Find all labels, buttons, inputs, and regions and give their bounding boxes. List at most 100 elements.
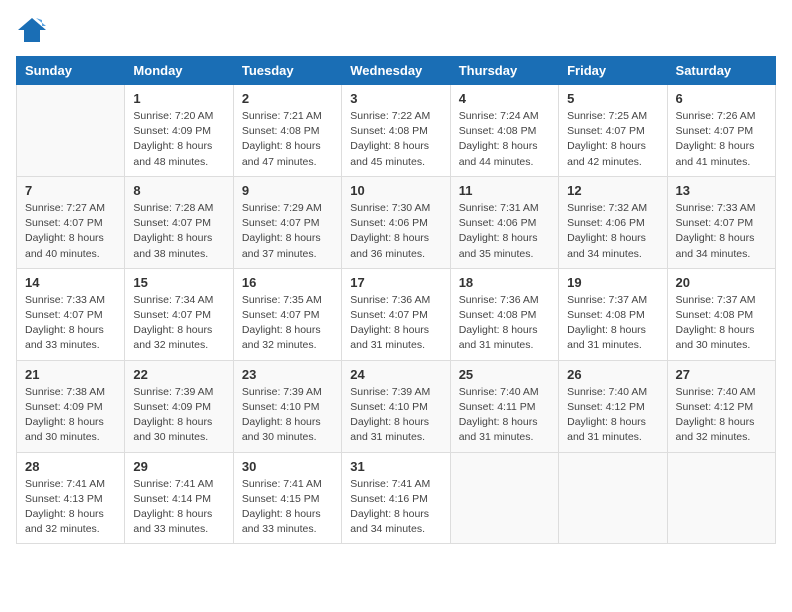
day-number: 2	[242, 91, 333, 106]
column-header-friday: Friday	[559, 57, 667, 85]
day-info: Sunrise: 7:37 AMSunset: 4:08 PMDaylight:…	[567, 293, 658, 354]
page-header	[16, 16, 776, 44]
day-cell: 17 Sunrise: 7:36 AMSunset: 4:07 PMDayligh…	[342, 268, 450, 360]
logo-icon	[16, 16, 48, 44]
day-cell: 14 Sunrise: 7:33 AMSunset: 4:07 PMDayligh…	[17, 268, 125, 360]
day-cell: 18 Sunrise: 7:36 AMSunset: 4:08 PMDayligh…	[450, 268, 558, 360]
day-info: Sunrise: 7:36 AMSunset: 4:08 PMDaylight:…	[459, 293, 550, 354]
day-info: Sunrise: 7:39 AMSunset: 4:10 PMDaylight:…	[350, 385, 441, 446]
day-cell	[667, 452, 775, 544]
day-cell: 6 Sunrise: 7:26 AMSunset: 4:07 PMDaylight…	[667, 85, 775, 177]
day-cell: 27Sunrise: 7:40 AMSunset: 4:12 PMDayligh…	[667, 360, 775, 452]
week-row-4: 21 Sunrise: 7:38 AMSunset: 4:09 PMDayligh…	[17, 360, 776, 452]
day-cell: 25 Sunrise: 7:40 AMSunset: 4:11 PMDayligh…	[450, 360, 558, 452]
day-info: Sunrise: 7:39 AMSunset: 4:10 PMDaylight:…	[242, 385, 333, 446]
day-cell: 11Sunrise: 7:31 AMSunset: 4:06 PMDayligh…	[450, 176, 558, 268]
day-number: 31	[350, 459, 441, 474]
day-number: 10	[350, 183, 441, 198]
header-row: SundayMondayTuesdayWednesdayThursdayFrid…	[17, 57, 776, 85]
day-number: 18	[459, 275, 550, 290]
day-number: 23	[242, 367, 333, 382]
day-info: Sunrise: 7:25 AMSunset: 4:07 PMDaylight:…	[567, 109, 658, 170]
day-cell: 2 Sunrise: 7:21 AMSunset: 4:08 PMDaylight…	[233, 85, 341, 177]
day-info: Sunrise: 7:41 AMSunset: 4:16 PMDaylight:…	[350, 477, 441, 538]
day-info: Sunrise: 7:36 AMSunset: 4:07 PMDaylight:…	[350, 293, 441, 354]
day-info: Sunrise: 7:22 AMSunset: 4:08 PMDaylight:…	[350, 109, 441, 170]
day-number: 26	[567, 367, 658, 382]
day-cell: 24 Sunrise: 7:39 AMSunset: 4:10 PMDayligh…	[342, 360, 450, 452]
column-header-saturday: Saturday	[667, 57, 775, 85]
day-info: Sunrise: 7:37 AMSunset: 4:08 PMDaylight:…	[676, 293, 767, 354]
day-cell	[559, 452, 667, 544]
day-info: Sunrise: 7:35 AMSunset: 4:07 PMDaylight:…	[242, 293, 333, 354]
day-info: Sunrise: 7:33 AMSunset: 4:07 PMDaylight:…	[676, 201, 767, 262]
day-cell: 21 Sunrise: 7:38 AMSunset: 4:09 PMDayligh…	[17, 360, 125, 452]
day-info: Sunrise: 7:26 AMSunset: 4:07 PMDaylight:…	[676, 109, 767, 170]
day-cell: 29 Sunrise: 7:41 AMSunset: 4:14 PMDayligh…	[125, 452, 233, 544]
day-cell: 16 Sunrise: 7:35 AMSunset: 4:07 PMDayligh…	[233, 268, 341, 360]
week-row-3: 14 Sunrise: 7:33 AMSunset: 4:07 PMDayligh…	[17, 268, 776, 360]
day-cell: 9 Sunrise: 7:29 AMSunset: 4:07 PMDaylight…	[233, 176, 341, 268]
week-row-5: 28 Sunrise: 7:41 AMSunset: 4:13 PMDayligh…	[17, 452, 776, 544]
day-number: 4	[459, 91, 550, 106]
day-info: Sunrise: 7:38 AMSunset: 4:09 PMDaylight:…	[25, 385, 116, 446]
day-cell: 20Sunrise: 7:37 AMSunset: 4:08 PMDayligh…	[667, 268, 775, 360]
day-number: 22	[133, 367, 224, 382]
day-number: 28	[25, 459, 116, 474]
day-cell: 13 Sunrise: 7:33 AMSunset: 4:07 PMDayligh…	[667, 176, 775, 268]
day-info: Sunrise: 7:20 AMSunset: 4:09 PMDaylight:…	[133, 109, 224, 170]
day-number: 7	[25, 183, 116, 198]
day-cell: 15 Sunrise: 7:34 AMSunset: 4:07 PMDayligh…	[125, 268, 233, 360]
logo	[16, 16, 52, 44]
day-cell: 3 Sunrise: 7:22 AMSunset: 4:08 PMDaylight…	[342, 85, 450, 177]
day-number: 16	[242, 275, 333, 290]
day-number: 12	[567, 183, 658, 198]
day-info: Sunrise: 7:41 AMSunset: 4:13 PMDaylight:…	[25, 477, 116, 538]
day-number: 30	[242, 459, 333, 474]
day-number: 24	[350, 367, 441, 382]
day-cell: 22Sunrise: 7:39 AMSunset: 4:09 PMDayligh…	[125, 360, 233, 452]
day-cell: 19Sunrise: 7:37 AMSunset: 4:08 PMDayligh…	[559, 268, 667, 360]
day-number: 1	[133, 91, 224, 106]
day-info: Sunrise: 7:28 AMSunset: 4:07 PMDaylight:…	[133, 201, 224, 262]
day-number: 9	[242, 183, 333, 198]
day-info: Sunrise: 7:34 AMSunset: 4:07 PMDaylight:…	[133, 293, 224, 354]
day-info: Sunrise: 7:41 AMSunset: 4:14 PMDaylight:…	[133, 477, 224, 538]
day-number: 14	[25, 275, 116, 290]
day-cell: 8 Sunrise: 7:28 AMSunset: 4:07 PMDaylight…	[125, 176, 233, 268]
day-number: 21	[25, 367, 116, 382]
day-cell: 4Sunrise: 7:24 AMSunset: 4:08 PMDaylight…	[450, 85, 558, 177]
day-number: 15	[133, 275, 224, 290]
day-cell: 1 Sunrise: 7:20 AMSunset: 4:09 PMDaylight…	[125, 85, 233, 177]
day-info: Sunrise: 7:40 AMSunset: 4:11 PMDaylight:…	[459, 385, 550, 446]
day-info: Sunrise: 7:30 AMSunset: 4:06 PMDaylight:…	[350, 201, 441, 262]
day-number: 29	[133, 459, 224, 474]
column-header-thursday: Thursday	[450, 57, 558, 85]
day-cell: 28 Sunrise: 7:41 AMSunset: 4:13 PMDayligh…	[17, 452, 125, 544]
day-number: 8	[133, 183, 224, 198]
day-info: Sunrise: 7:31 AMSunset: 4:06 PMDaylight:…	[459, 201, 550, 262]
column-header-tuesday: Tuesday	[233, 57, 341, 85]
day-cell: 26 Sunrise: 7:40 AMSunset: 4:12 PMDayligh…	[559, 360, 667, 452]
column-header-wednesday: Wednesday	[342, 57, 450, 85]
day-cell: 7 Sunrise: 7:27 AMSunset: 4:07 PMDaylight…	[17, 176, 125, 268]
column-header-monday: Monday	[125, 57, 233, 85]
day-info: Sunrise: 7:40 AMSunset: 4:12 PMDaylight:…	[567, 385, 658, 446]
day-info: Sunrise: 7:32 AMSunset: 4:06 PMDaylight:…	[567, 201, 658, 262]
day-number: 3	[350, 91, 441, 106]
day-info: Sunrise: 7:21 AMSunset: 4:08 PMDaylight:…	[242, 109, 333, 170]
day-info: Sunrise: 7:29 AMSunset: 4:07 PMDaylight:…	[242, 201, 333, 262]
day-info: Sunrise: 7:40 AMSunset: 4:12 PMDaylight:…	[676, 385, 767, 446]
day-number: 25	[459, 367, 550, 382]
day-info: Sunrise: 7:41 AMSunset: 4:15 PMDaylight:…	[242, 477, 333, 538]
week-row-1: 1 Sunrise: 7:20 AMSunset: 4:09 PMDaylight…	[17, 85, 776, 177]
day-cell: 12 Sunrise: 7:32 AMSunset: 4:06 PMDayligh…	[559, 176, 667, 268]
day-number: 17	[350, 275, 441, 290]
day-cell: 10 Sunrise: 7:30 AMSunset: 4:06 PMDayligh…	[342, 176, 450, 268]
day-info: Sunrise: 7:33 AMSunset: 4:07 PMDaylight:…	[25, 293, 116, 354]
day-number: 6	[676, 91, 767, 106]
week-row-2: 7 Sunrise: 7:27 AMSunset: 4:07 PMDaylight…	[17, 176, 776, 268]
day-number: 13	[676, 183, 767, 198]
day-info: Sunrise: 7:27 AMSunset: 4:07 PMDaylight:…	[25, 201, 116, 262]
column-header-sunday: Sunday	[17, 57, 125, 85]
